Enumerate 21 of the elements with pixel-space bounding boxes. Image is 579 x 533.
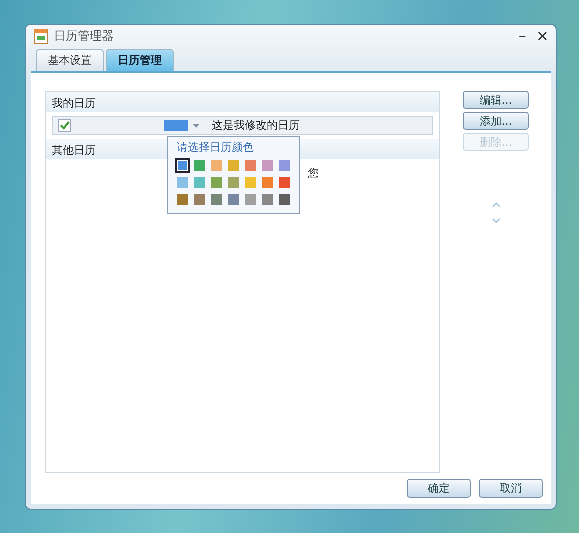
move-down-icon[interactable] (492, 218, 500, 224)
close-button[interactable]: × (534, 28, 551, 44)
minimize-button[interactable]: – (516, 28, 528, 44)
tab[interactable]: 基本设置 (36, 49, 104, 71)
checkbox[interactable] (58, 119, 71, 132)
side-button[interactable]: 添加... (463, 112, 529, 130)
dialog-button[interactable]: 确定 (407, 479, 471, 498)
dialog-button[interactable]: 取消 (479, 479, 543, 498)
calendar-row[interactable]: 这是我修改的日历 (52, 116, 433, 135)
calendar-icon (34, 28, 48, 44)
popup-title: 请选择日历颜色 (177, 140, 255, 155)
color-option[interactable] (175, 158, 190, 173)
window-title: 日历管理器 (54, 28, 114, 44)
side-button[interactable]: 编辑... (463, 91, 529, 109)
move-up-icon[interactable] (492, 202, 500, 208)
caret-icon (193, 124, 200, 128)
section-header: 我的日历 (46, 92, 439, 112)
calendar-name: 您 (308, 167, 319, 180)
tab[interactable]: 日历管理 (106, 49, 174, 71)
calendar-name: 这是我修改的日历 (212, 118, 300, 133)
color-dropdown[interactable] (164, 120, 200, 131)
